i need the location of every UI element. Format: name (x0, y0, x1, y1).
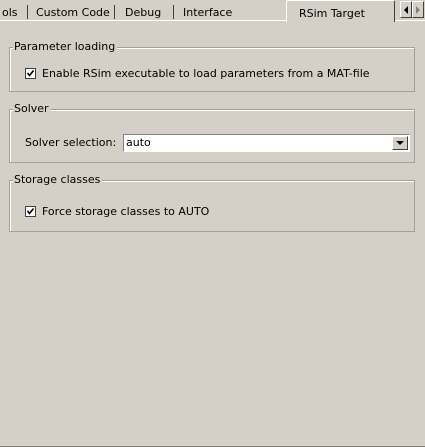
solver-title: Solver (13, 102, 51, 116)
tab-strip: ols Custom Code Debug Interface RSim Tar… (0, 0, 425, 22)
solver-dropdown-button[interactable] (392, 136, 408, 150)
load-params-checkbox-row[interactable]: Enable RSim executable to load parameter… (25, 67, 370, 80)
triangle-left-icon (404, 5, 408, 14)
solver-row: Solver selection: auto (25, 134, 425, 152)
storage-classes-title: Storage classes (13, 173, 103, 187)
load-params-label: Enable RSim executable to load parameter… (42, 67, 370, 80)
tab-separator (173, 5, 174, 19)
tab-scroll-right-button[interactable] (412, 1, 424, 18)
check-icon (26, 208, 35, 215)
load-params-checkbox[interactable] (25, 68, 36, 79)
chevron-down-icon (396, 141, 404, 145)
tab-debug[interactable]: Debug (125, 5, 161, 21)
parameter-loading-title: Parameter loading (13, 40, 118, 54)
tab-custom-code[interactable]: Custom Code (36, 5, 110, 21)
tab-interface[interactable]: Interface (183, 5, 232, 21)
force-auto-checkbox-row[interactable]: Force storage classes to AUTO (25, 205, 209, 218)
force-auto-checkbox[interactable] (25, 206, 36, 217)
storage-classes-group: Storage classes Force storage classes to… (9, 173, 415, 232)
check-icon (26, 70, 35, 77)
tab-separator (27, 5, 28, 19)
solver-selection-label: Solver selection: (25, 136, 117, 149)
tab-tools[interactable]: ols (2, 5, 18, 21)
tab-rsim-target-label: RSim Target (299, 7, 365, 20)
force-auto-label: Force storage classes to AUTO (42, 205, 210, 218)
tab-scroll-left-button[interactable] (400, 1, 412, 18)
tab-rsim-target[interactable]: RSim Target (286, 0, 395, 22)
parameter-loading-group: Parameter loading Enable RSim executable… (9, 40, 415, 92)
solver-group: Solver Solver selection: auto (9, 102, 415, 163)
solver-selection-dropdown[interactable]: auto (123, 134, 410, 152)
tab-separator (114, 5, 115, 19)
solver-selection-value: auto (126, 136, 151, 149)
triangle-right-icon (416, 5, 420, 14)
